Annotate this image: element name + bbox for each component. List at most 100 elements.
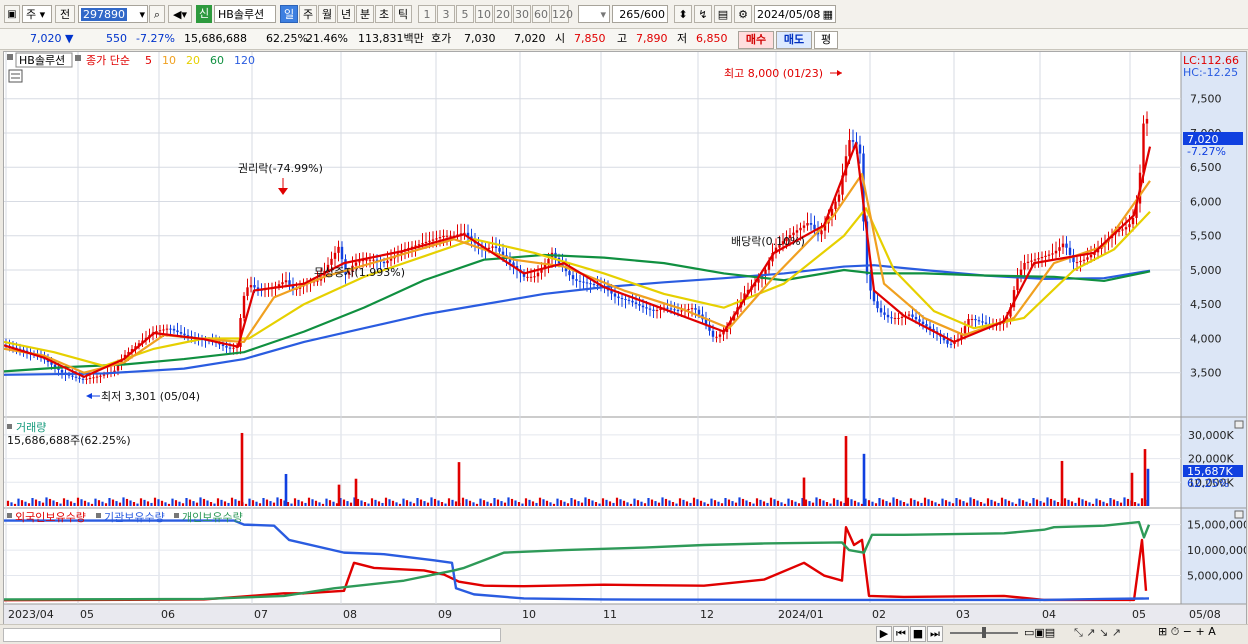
volume-bar bbox=[923, 497, 927, 506]
buy-button[interactable]: 매수 bbox=[738, 31, 774, 49]
calendar-icon[interactable]: ▦ bbox=[823, 6, 833, 24]
rights-note: 권리락(-74.99%) bbox=[238, 162, 323, 175]
volume-bar bbox=[937, 503, 941, 506]
eval-button[interactable]: 평 bbox=[814, 31, 838, 49]
fast-forward-icon[interactable]: ⏭ bbox=[927, 626, 943, 642]
volume-bar bbox=[227, 502, 230, 506]
stock-name-field[interactable]: HB솔루션 bbox=[214, 5, 276, 23]
volume-bar bbox=[475, 503, 479, 506]
volume-bar bbox=[776, 500, 780, 506]
holding-legend: 외국인보유수량 기관보유수량 개인보유수량 bbox=[7, 511, 243, 524]
panel-close-icon[interactable] bbox=[1234, 510, 1244, 519]
candle-body bbox=[795, 230, 799, 233]
date-input[interactable]: 2024/05/08 ▦ bbox=[754, 5, 836, 23]
interval-custom-select[interactable]: ▾ bbox=[578, 5, 610, 23]
table-icon[interactable] bbox=[8, 69, 23, 83]
volume-bar bbox=[640, 501, 643, 506]
volume-bar bbox=[94, 498, 97, 506]
volume-bar bbox=[500, 501, 503, 506]
candle-body bbox=[102, 374, 106, 376]
code-input[interactable]: 297890 ▾ bbox=[78, 5, 148, 23]
volume-bar bbox=[829, 503, 832, 506]
interval-tab-60[interactable]: 60 bbox=[532, 5, 550, 23]
candle-body bbox=[568, 271, 571, 276]
search-icon[interactable]: ⌕ bbox=[149, 5, 165, 23]
volume-bar bbox=[311, 499, 314, 506]
chart-svg[interactable]: 3,5004,0004,5005,0005,5006,0006,5007,000… bbox=[3, 52, 1248, 625]
zoom-slider-handle[interactable] bbox=[982, 627, 986, 638]
gear-icon[interactable]: ⚙ bbox=[734, 5, 752, 23]
volume-bar bbox=[251, 500, 255, 506]
volume-bar bbox=[370, 498, 374, 506]
candle-body bbox=[1037, 258, 1040, 260]
chart-tools-icon[interactable]: ⊞ ⏱ − + A bbox=[1158, 625, 1216, 639]
period-tab-5[interactable]: 초 bbox=[375, 5, 393, 23]
candle-body bbox=[487, 247, 491, 249]
volume-bar bbox=[160, 500, 164, 506]
period-select[interactable]: 주 ▾ bbox=[22, 5, 52, 23]
interval-tab-20[interactable]: 20 bbox=[494, 5, 512, 23]
play-icon[interactable]: ▶ bbox=[876, 626, 892, 642]
count-input[interactable]: 265/600 bbox=[612, 5, 668, 23]
save-icon[interactable]: ▤ bbox=[714, 5, 732, 23]
volume-bar bbox=[433, 498, 437, 506]
zoom-tools-icon[interactable]: ▭▣▤ bbox=[1024, 626, 1055, 639]
candle-body bbox=[1033, 259, 1037, 261]
drawing-tools-icon[interactable]: ⤡ ↗ ↘ ↗ bbox=[1074, 626, 1121, 640]
interval-tab-1[interactable]: 1 bbox=[418, 5, 436, 23]
volume-bar bbox=[1123, 497, 1126, 506]
volume-bar bbox=[1084, 500, 1088, 506]
interval-tab-30[interactable]: 30 bbox=[513, 5, 531, 23]
volume-bar bbox=[675, 503, 678, 506]
interval-tab-10[interactable]: 10 bbox=[475, 5, 493, 23]
period-tab-3[interactable]: 년 bbox=[337, 5, 355, 23]
interval-tab-5[interactable]: 5 bbox=[456, 5, 474, 23]
candle-body bbox=[897, 317, 900, 319]
candle-body bbox=[442, 235, 445, 238]
candle-body bbox=[914, 316, 918, 320]
panel-close-icon[interactable] bbox=[1234, 420, 1244, 429]
volume-bar bbox=[657, 502, 661, 506]
volume-bar bbox=[213, 503, 216, 506]
volume-bar bbox=[584, 497, 587, 506]
rewind-icon[interactable]: ⏮ bbox=[893, 626, 909, 642]
period-tab-0[interactable]: 일 bbox=[280, 5, 298, 23]
period-tab-1[interactable]: 주 bbox=[299, 5, 317, 23]
period-tab-6[interactable]: 틱 bbox=[394, 5, 412, 23]
volume-bar bbox=[566, 503, 570, 506]
sound-icon[interactable]: ◀▾ bbox=[168, 5, 192, 23]
volume-bar bbox=[647, 498, 650, 506]
candle-body bbox=[977, 320, 981, 322]
volume-bar bbox=[174, 500, 178, 506]
candle-type-icon[interactable]: ⬍ bbox=[674, 5, 692, 23]
chart-area[interactable]: 3,5004,0004,5005,0005,5006,0006,5007,000… bbox=[3, 51, 1248, 626]
volume-bar bbox=[143, 499, 146, 506]
candle-body bbox=[95, 376, 99, 378]
code-input-value: 297890 bbox=[81, 8, 127, 21]
volume-bar bbox=[545, 500, 549, 506]
prev-button[interactable]: 전 bbox=[55, 5, 75, 23]
interval-tab-120[interactable]: 120 bbox=[551, 5, 573, 23]
candle-body bbox=[1051, 253, 1054, 255]
volume-bar bbox=[1042, 502, 1046, 506]
period-tab-4[interactable]: 분 bbox=[356, 5, 374, 23]
volume-bar bbox=[717, 501, 720, 506]
price-tick-label: 5,500 bbox=[1190, 230, 1222, 243]
interval-tab-3[interactable]: 3 bbox=[437, 5, 455, 23]
volume-pct: 62.25% bbox=[266, 32, 308, 45]
volume-bar bbox=[986, 498, 990, 506]
chevron-down-icon[interactable]: ▾ bbox=[139, 6, 147, 24]
volume-bar bbox=[692, 497, 696, 506]
scroll-track[interactable] bbox=[3, 628, 501, 642]
volume-bar bbox=[696, 499, 699, 506]
compare-icon[interactable]: ↯ bbox=[694, 5, 712, 23]
volume-bar bbox=[136, 503, 139, 506]
stop-icon[interactable]: ■ bbox=[910, 626, 926, 642]
candle-body bbox=[886, 314, 890, 318]
volume-bar-peak bbox=[240, 432, 244, 506]
window-menu-icon[interactable]: ▣ bbox=[4, 5, 20, 23]
volume-bar bbox=[521, 503, 524, 506]
period-tab-2[interactable]: 월 bbox=[318, 5, 336, 23]
down-arrow-icon: ▼ bbox=[65, 32, 74, 45]
sell-button[interactable]: 매도 bbox=[776, 31, 812, 49]
